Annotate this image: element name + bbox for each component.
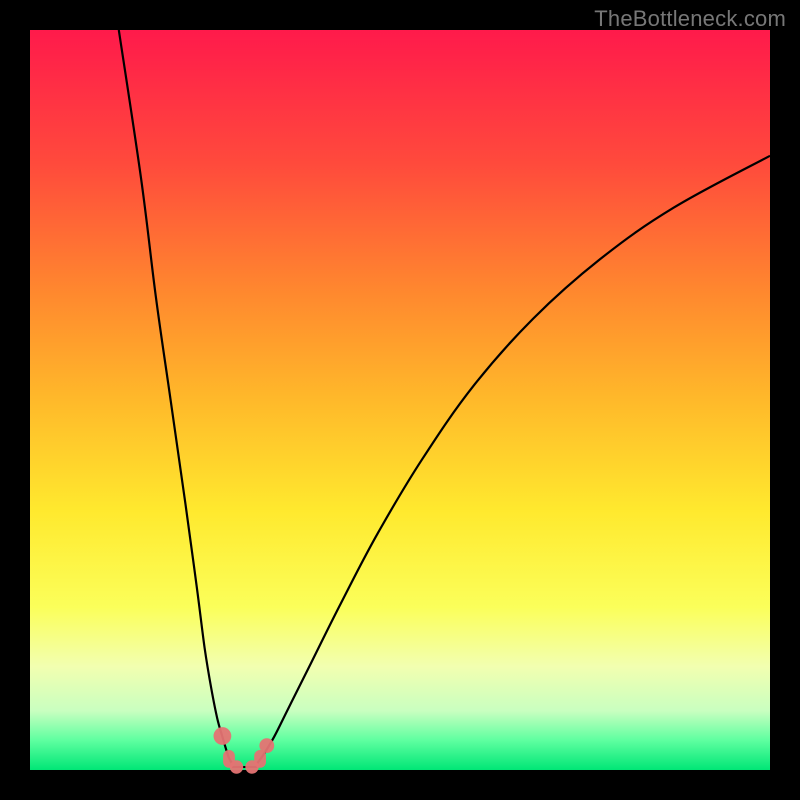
plot-area <box>30 30 770 770</box>
data-marker <box>214 727 232 745</box>
curve-left-branch <box>119 30 232 763</box>
watermark-text: TheBottleneck.com <box>594 6 786 32</box>
chart-frame: TheBottleneck.com <box>0 0 800 800</box>
data-marker <box>254 750 266 768</box>
curve-layer <box>30 30 770 770</box>
data-marker <box>230 760 243 773</box>
curve-right-branch <box>257 156 770 764</box>
data-marker <box>259 738 274 753</box>
